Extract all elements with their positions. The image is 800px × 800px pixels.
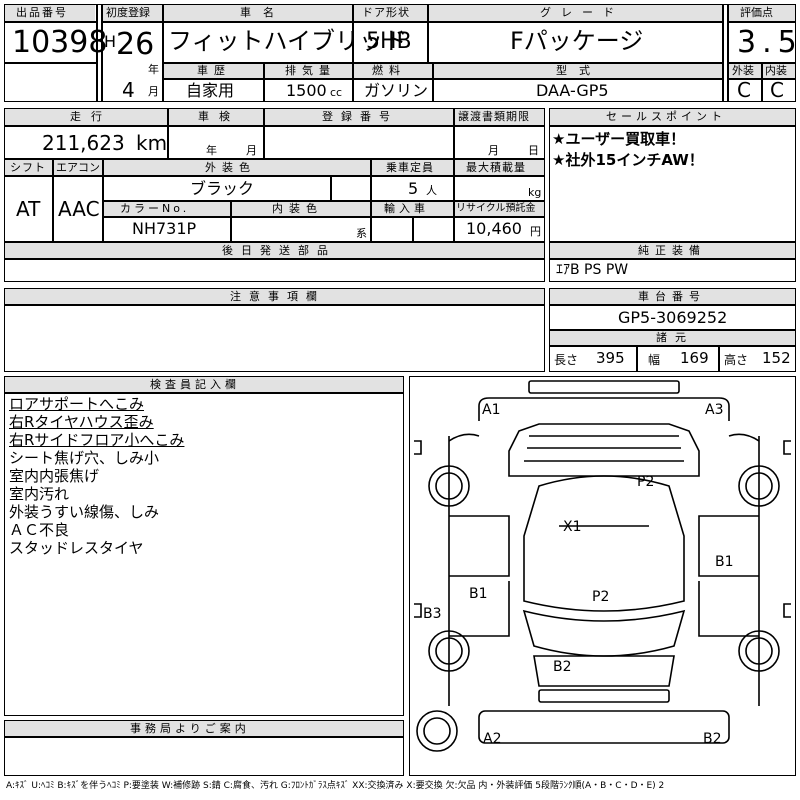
legend: A:ｷｽﾞ U:ﾍｺﾐ B:ｷｽﾞを伴うﾍｺﾐ P:要塗装 W:補修跡 S:錆 … [6,781,665,791]
sales-point-1: ★ユーザー買取車！ [552,130,686,148]
height-label: 高さ [724,353,749,367]
dims-label: 諸元 [656,331,694,344]
history: 自家用 [186,81,235,100]
history-label: 車歴 [197,64,231,77]
equipment-value: ｴｱB PS PW [556,262,629,278]
caution-label: 注意事項欄 [230,290,325,303]
recycle-fee: 10,460 [466,219,522,238]
year-unit: 年 [148,63,159,76]
fuel-label: 燃料 [372,64,406,77]
mark-a2: A2 [483,731,501,747]
seats-unit: 人 [426,184,437,197]
later-parts-label: 後日発送部品 [222,244,336,257]
note-line: ロアサポートへこみ [9,395,145,413]
import-label: 輸入車 [384,202,429,215]
width: 169 [680,349,709,367]
note-line: 右Rタイヤハウス歪み [9,413,154,431]
displacement-label: 排気量 [285,64,336,77]
car-diagram: A1 A3 P2 X1 B1 B1 P2 B3 B2 A2 B2 [414,380,791,752]
length-label: 長さ [554,353,579,367]
load-label: 最大積載量 [466,161,526,174]
width-label: 幅 [648,353,661,367]
type-code: DAA-GP5 [536,81,609,100]
note-line: 外装うすい線傷、しみ [9,503,160,521]
mark-b1-left: B1 [469,586,488,602]
interior-color-unit: 系 [356,227,367,240]
type-label: 型式 [556,64,602,77]
sales-point-2: ★社外15インチAW！ [552,151,704,169]
door-type: 5HB [366,29,412,54]
chassis-number: GP5-3069252 [618,308,728,327]
inspection-year-unit: 年 [206,144,217,157]
exterior-label: 外装 [732,64,754,77]
chassis-label: 車台番号 [638,290,706,303]
note-line: スタッドレスタイヤ [9,539,144,557]
inspection-label: 車検 [198,110,240,123]
grade: Fパッケージ [510,27,644,55]
load-unit: kg [528,186,542,199]
door-label: ドア形状 [362,6,410,19]
mark-p2-top: P2 [637,474,654,490]
mark-p2-mid: P2 [592,589,609,605]
score: 3.5 [737,25,800,60]
height: 152 [762,349,791,367]
recycle-label: リサイクル預託金 [456,203,536,214]
mark-a1: A1 [482,402,500,418]
mark-a3: A3 [705,402,723,418]
color-no: NH731P [132,219,197,238]
fuel: ガソリン [364,81,429,100]
registration-month: 4 [122,78,135,102]
interior-grade: C [770,78,784,102]
mark-b1-right: B1 [715,554,734,570]
mileage: 211,623 [42,131,125,155]
note-line: ＡＣ不良 [9,521,70,539]
mark-b2-mid: B2 [553,659,572,675]
plate-label: 登録番号 [322,110,398,123]
mark-x1: X1 [563,519,582,535]
mileage-label: 走行 [70,110,112,123]
displacement-unit: cc [330,86,343,99]
inspection-month-unit: 月 [246,144,257,157]
office-notice-label: 事務局よりご案内 [130,722,250,735]
mark-b2-bottom: B2 [703,731,722,747]
inspector-notes: ロアサポートへこみ 右Rタイヤハウス歪み 右Rサイドフロア小へこみ シート焦げ穴… [9,395,184,557]
month-unit: 月 [148,85,159,98]
color-no-label: カラーNo. [120,202,190,215]
sales-point-section [549,108,796,242]
mark-b3: B3 [423,606,442,622]
note-line: 室内内張焦げ [9,467,100,485]
sales-point-label: セールスポイント [606,110,726,123]
equipment-label: 純正装備 [638,244,706,257]
shift: AT [16,197,41,221]
lot-number-label: 出品番号 [16,6,68,19]
transfer-label: 譲渡書類期限 [458,110,530,123]
registration-year: 26 [116,27,155,62]
grade-label: グレード [540,6,624,19]
inspector-label: 検査員記入欄 [150,378,240,391]
score-label: 評価点 [740,6,773,19]
ac-label: エアコン [56,161,100,174]
era: H [104,32,117,51]
color-label: 外装色 [205,161,256,174]
interior-label: 内装 [765,64,787,77]
shift-label: シフト [10,161,46,174]
mileage-unit: km [136,131,168,155]
displacement: 1500 [286,81,327,100]
first-registration-label: 初度登録 [106,6,150,19]
interior-color-label: 内装色 [272,202,323,215]
exterior-grade: C [737,78,751,102]
ac: AAC [58,197,100,221]
seats: 5 [408,179,419,198]
transfer-day-unit: 日 [528,144,539,157]
note-line: シート焦げ穴、しみ小 [9,449,160,467]
color: ブラック [190,179,255,198]
note-line: 室内汚れ [9,485,70,503]
length: 395 [596,349,625,367]
model-label: 車名 [240,6,286,19]
note-line: 右Rサイドフロア小へこみ [9,431,185,449]
seats-label: 乗車定員 [386,161,434,174]
lot-number: 10398 [12,25,108,60]
transfer-month-unit: 月 [488,144,499,157]
recycle-unit: 円 [530,225,541,238]
